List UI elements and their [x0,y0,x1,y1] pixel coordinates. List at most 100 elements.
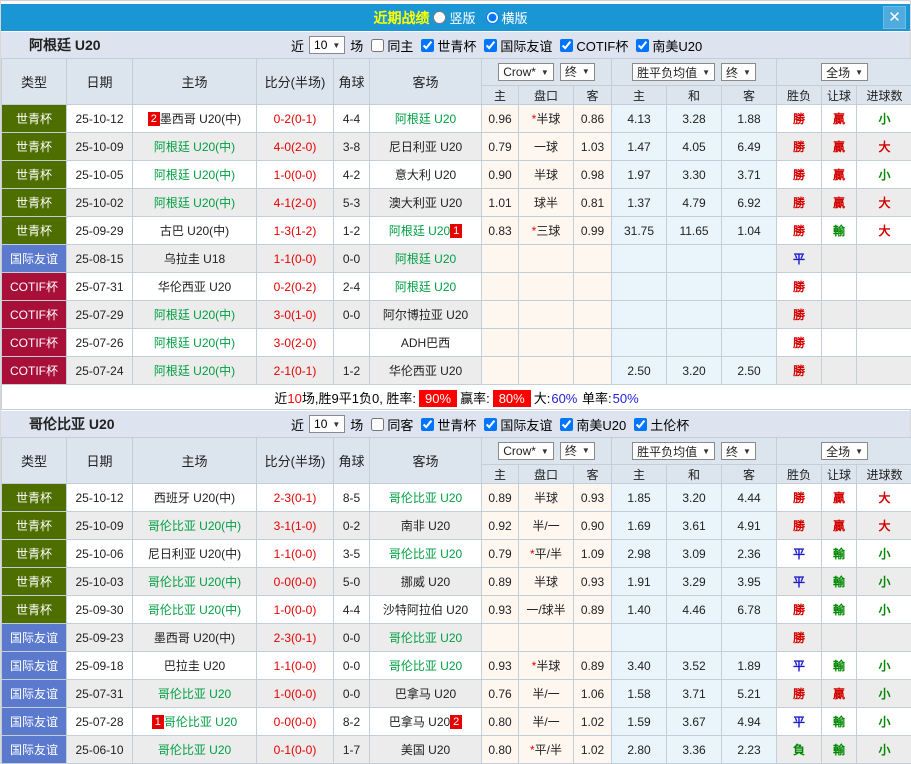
horizontal-radio-input[interactable] [486,11,499,24]
summary-part: 大: [534,391,551,406]
away-team-name: 阿尔博拉亚 U20 [383,308,468,322]
home-team: 尼日利亚 U20(中) [133,540,257,568]
competition-checkbox[interactable] [560,418,573,431]
layout-radio-vertical[interactable]: 竖版 [433,8,475,27]
match-date: 25-07-26 [67,329,133,357]
summary-part: 50% [613,391,639,406]
away-team-name: 哥伦比亚 U20 [389,631,462,645]
col-odds-handicap: 盘口 [519,465,574,484]
away-team: 意大利 U20 [370,161,482,189]
chevron-down-icon: ▼ [541,68,549,77]
matches-table: 类型日期主场比分(半场)角球客场Crow*▼终▼胜平负均值▼终▼全场▼主盘口客主… [1,437,911,764]
result-handicap: 輸 [822,652,857,680]
match-date: 25-06-10 [67,736,133,764]
avg-away: 4.94 [722,708,777,736]
match-date: 25-08-15 [67,245,133,273]
scope-group-header: 全场▼ [777,438,911,465]
corner-score: 8-2 [334,708,370,736]
summary-part: 单率: [578,391,611,406]
final-avg-select[interactable]: 终▼ [721,63,756,81]
same-venue-checkbox[interactable] [371,418,384,431]
final-odds-select[interactable]: 终▼ [560,63,595,81]
odds-away [574,624,612,652]
result-outcome: 勝 [777,596,822,624]
competition-checkbox[interactable] [636,39,649,52]
avg-home [612,624,667,652]
result-outcome: 勝 [777,189,822,217]
competition-checkbox[interactable] [634,418,647,431]
col-odds-away: 客 [574,86,612,105]
summary-part: 场,胜9平1负0, 胜率: [302,391,416,406]
filter-bar: 近10▼场同客世青杯国际友谊南美U20土伦杯 [289,415,691,434]
col-result-handicap: 让球 [822,86,857,105]
away-team-name: 意大利 U20 [395,168,456,182]
vertical-radio-input[interactable] [433,11,446,24]
away-team: 巴拿马 U202 [370,708,482,736]
col-type: 类型 [2,438,67,484]
competition-checkbox[interactable] [484,418,497,431]
avg-away: 2.50 [722,357,777,385]
match-score: 1-1(0-0) [257,245,334,273]
result-handicap: 輸 [822,596,857,624]
odds-home [482,245,519,273]
final-odds-select[interactable]: 终▼ [560,442,595,460]
home-team: 阿根廷 U20(中) [133,301,257,329]
same-venue-checkbox[interactable] [371,39,384,52]
corner-score: 4-4 [334,596,370,624]
odds-away: 0.99 [574,217,612,245]
games-count-select[interactable]: 10▼ [309,415,345,433]
chevron-down-icon: ▼ [855,68,863,77]
odds-away: 0.89 [574,596,612,624]
avg-odds-select[interactable]: 胜平负均值▼ [632,63,715,81]
odds-handicap [519,357,574,385]
match-date: 25-09-18 [67,652,133,680]
corner-score: 0-0 [334,301,370,329]
scope-select[interactable]: 全场 ▼ [821,63,868,81]
corner-score [334,329,370,357]
avg-home: 2.80 [612,736,667,764]
home-team: 哥伦比亚 U20(中) [133,568,257,596]
avg-away: 6.92 [722,189,777,217]
match-type: 国际友谊 [2,680,67,708]
away-team: 阿根廷 U20 [370,245,482,273]
scope-select-label: 全场 [826,64,850,81]
corner-score: 0-0 [334,680,370,708]
match-type: 世青杯 [2,484,67,512]
result-outcome: 勝 [777,484,822,512]
match-row: 国际友谊25-07-31哥伦比亚 U201-0(0-0)0-0巴拿马 U200.… [2,680,911,708]
odds-away: 1.09 [574,540,612,568]
col-type: 类型 [2,59,67,105]
odds-home: 0.79 [482,540,519,568]
competition-checkbox[interactable] [484,39,497,52]
match-row: 世青杯25-09-29古巴 U20(中)1-3(1-2)1-2阿根廷 U2010… [2,217,911,245]
avg-odds-select[interactable]: 胜平负均值▼ [632,442,715,460]
games-count-select[interactable]: 10▼ [309,36,345,54]
odds-provider-select[interactable]: Crow*▼ [498,442,554,460]
match-type: 国际友谊 [2,245,67,273]
match-row: 国际友谊25-09-18巴拉圭 U201-1(0-0)0-0哥伦比亚 U200.… [2,652,911,680]
result-outcome: 平 [777,568,822,596]
scope-select[interactable]: 全场▼ [821,442,868,460]
layout-radio-horizontal[interactable]: 横版 [486,8,528,27]
col-result-outcome: 胜负 [777,465,822,484]
final-avg-select[interactable]: 终▼ [721,442,756,460]
competition-checkbox[interactable] [421,418,434,431]
summary-part: 60% [551,391,577,406]
away-team-name: 巴拿马 U20 [389,715,450,729]
odds-handicap [519,329,574,357]
close-button[interactable]: ✕ [883,6,906,29]
team-title: 哥伦比亚 U20 [29,414,289,434]
result-outcome: 勝 [777,512,822,540]
odds-group-header: Crow*▼ 终▼ [482,438,612,465]
col-score: 比分(半场) [257,59,334,105]
competition-checkbox[interactable] [421,39,434,52]
competition-checkbox[interactable] [560,39,573,52]
col-corner: 角球 [334,59,370,105]
summary-part: 90% [419,390,457,407]
odds-away: 1.03 [574,133,612,161]
match-score: 3-0(1-0) [257,301,334,329]
odds-home: 0.93 [482,596,519,624]
odds-provider-select[interactable]: Crow*▼ [498,63,554,81]
result-goals [857,273,911,301]
match-date: 25-10-09 [67,133,133,161]
